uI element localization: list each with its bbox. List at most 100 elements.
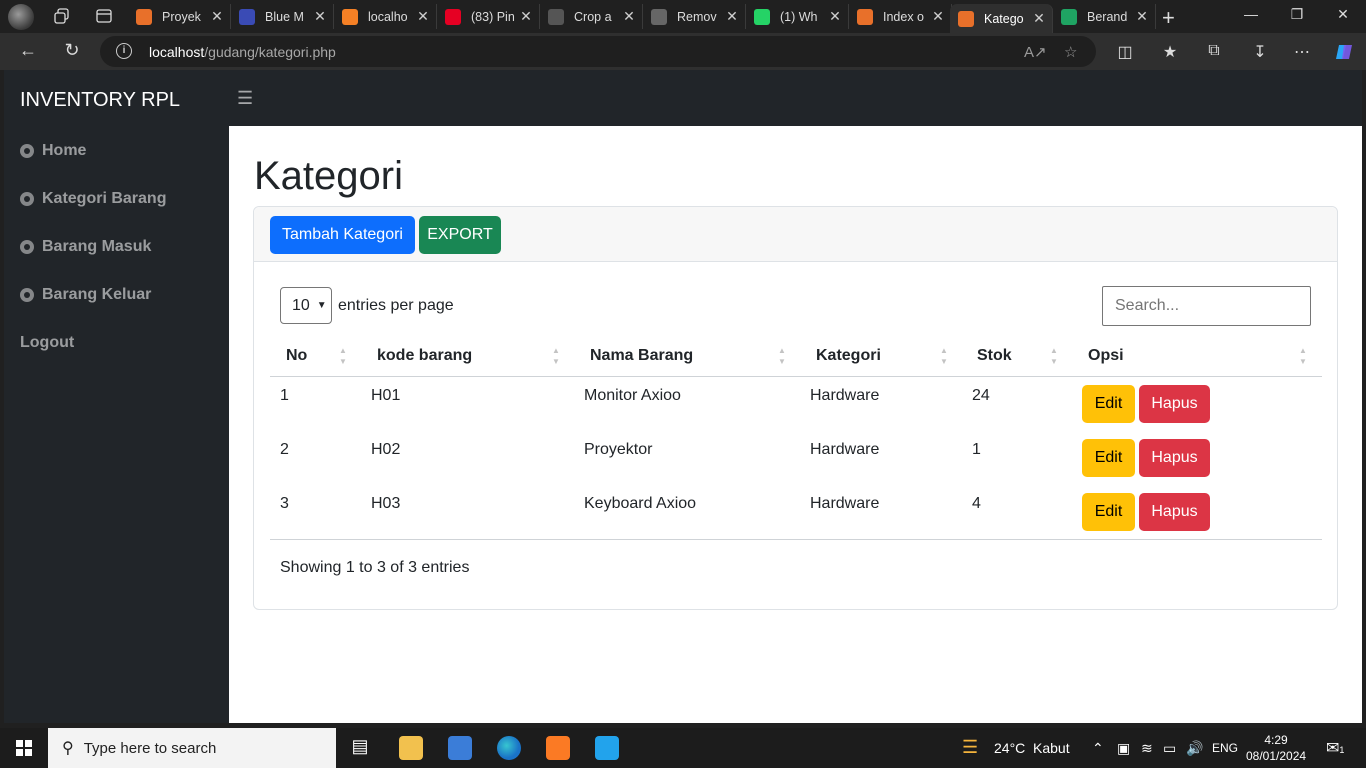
sidebar-toggle-hamburger-icon[interactable]: ☰ [237, 88, 253, 109]
tab-actions-icon[interactable] [96, 8, 112, 24]
chevron-down-icon: ▼ [316, 300, 327, 311]
tab-close-icon[interactable]: ✕ [826, 8, 844, 25]
table-divider [270, 539, 1322, 540]
column-header-no[interactable]: No [286, 347, 307, 365]
column-header-stok[interactable]: Stok [977, 347, 1012, 365]
browser-tab[interactable]: (1) Wh ✕ [746, 4, 849, 29]
address-bar[interactable]: i localhost/gudang/kategori.php A↗ ☆ [100, 36, 1096, 67]
new-tab-plus-icon[interactable]: + [1162, 5, 1175, 31]
sort-arrows-icon[interactable]: ▲ ▼ [940, 345, 948, 367]
weather-temp[interactable]: 24°C [994, 740, 1025, 756]
sort-arrows-icon[interactable]: ▲ ▼ [1299, 345, 1307, 367]
browser-tab[interactable]: Crop a ✕ [540, 4, 643, 29]
add-category-button[interactable]: Tambah Kategori [270, 216, 415, 254]
sort-arrows-icon[interactable]: ▲ ▼ [339, 345, 347, 367]
column-header-kategori[interactable]: Kategori [816, 347, 881, 365]
table-row: 2 H02 Proyektor Hardware 1 Edit Hapus [270, 431, 1322, 485]
browser-tab[interactable]: Proyek ✕ [128, 4, 231, 29]
task-view-icon[interactable]: ▤ [348, 736, 372, 760]
favorite-star-icon[interactable]: ☆ [1064, 43, 1077, 61]
chevron-up-icon[interactable]: ⌃ [1092, 740, 1104, 757]
wifi-icon[interactable]: ≋ [1141, 740, 1153, 757]
battery-icon[interactable]: ▭ [1163, 740, 1176, 757]
browser-tab[interactable]: Index o ✕ [849, 4, 952, 29]
browser-tab[interactable]: Katego ✕ [950, 4, 1053, 33]
export-button[interactable]: EXPORT [419, 216, 501, 254]
vscode-icon[interactable] [595, 736, 619, 760]
tab-favicon-icon [958, 10, 974, 27]
sidebar-item-label: Barang Masuk [42, 238, 152, 255]
column-header-kode-barang[interactable]: kode barang [377, 347, 472, 365]
delete-button[interactable]: Hapus [1139, 439, 1210, 477]
sidebar-item-home[interactable]: Home [20, 142, 86, 160]
edit-button[interactable]: Edit [1082, 385, 1135, 423]
close-window-icon[interactable]: ✕ [1320, 6, 1366, 23]
entries-select[interactable]: 10 ▼ [280, 287, 332, 324]
tab-close-icon[interactable]: ✕ [1030, 10, 1048, 27]
tab-close-icon[interactable]: ✕ [414, 8, 432, 25]
cell-nama: Monitor Axioo [584, 387, 681, 404]
brand-title[interactable]: INVENTORY RPL [20, 89, 180, 112]
tab-close-icon[interactable]: ✕ [208, 8, 226, 25]
column-header-opsi[interactable]: Opsi [1088, 347, 1124, 365]
site-info-icon[interactable]: i [116, 43, 132, 59]
workspaces-icon[interactable] [54, 8, 70, 24]
sort-arrows-icon[interactable]: ▲ ▼ [778, 345, 786, 367]
entries-select-value: 10 [292, 296, 310, 314]
language-indicator[interactable]: ENG [1212, 741, 1238, 755]
browser-tab[interactable]: Remov ✕ [643, 4, 746, 29]
notification-icon[interactable]: ✉1 [1326, 738, 1344, 758]
tab-close-icon[interactable]: ✕ [1133, 8, 1151, 25]
tab-favicon-icon [548, 8, 564, 25]
browser-tab[interactable]: Berand ✕ [1053, 4, 1156, 29]
cell-no: 2 [280, 441, 289, 458]
edit-button[interactable]: Edit [1082, 493, 1135, 531]
sidebar-item-barang-keluar[interactable]: Barang Keluar [20, 286, 151, 304]
tab-close-icon[interactable]: ✕ [929, 8, 947, 25]
windows-start-icon[interactable] [16, 740, 32, 756]
tab-close-icon[interactable]: ✕ [311, 8, 329, 25]
volume-icon[interactable]: 🔊 [1186, 740, 1203, 757]
clock[interactable]: 4:29 08/01/2024 [1246, 732, 1306, 764]
url-path: /gudang/kategori.php [204, 44, 336, 60]
weather-icon[interactable]: ☰ [962, 737, 978, 758]
edge-browser-icon[interactable] [497, 736, 521, 760]
sidebar-item-barang-masuk[interactable]: Barang Masuk [20, 238, 151, 256]
more-menu-icon[interactable]: ⋯ [1291, 42, 1313, 62]
meet-now-icon[interactable]: ▣ [1117, 740, 1130, 757]
column-header-nama-barang[interactable]: Nama Barang [590, 347, 693, 365]
collections-icon[interactable]: ⧉ [1203, 42, 1225, 60]
restore-icon[interactable]: ❐ [1274, 6, 1320, 23]
split-screen-icon[interactable]: ◫ [1114, 42, 1136, 62]
cell-kode: H03 [371, 495, 401, 512]
calculator-icon[interactable] [448, 736, 472, 760]
xampp-icon[interactable] [546, 736, 570, 760]
browser-tab[interactable]: Blue M ✕ [231, 4, 334, 29]
sidebar-item-logout[interactable]: Logout [20, 334, 74, 352]
delete-button[interactable]: Hapus [1139, 493, 1210, 531]
delete-button[interactable]: Hapus [1139, 385, 1210, 423]
file-explorer-icon[interactable] [399, 736, 423, 760]
sort-arrows-icon[interactable]: ▲ ▼ [1050, 345, 1058, 367]
url-text[interactable]: localhost/gudang/kategori.php [149, 44, 336, 60]
read-aloud-icon[interactable]: A↗ [1024, 43, 1047, 61]
sidebar-item-kategori-barang[interactable]: Kategori Barang [20, 190, 166, 208]
edit-button[interactable]: Edit [1082, 439, 1135, 477]
weather-text[interactable]: Kabut [1033, 740, 1070, 756]
downloads-icon[interactable]: ↧ [1249, 42, 1271, 62]
tab-label: Katego [984, 11, 1024, 26]
sort-arrows-icon[interactable]: ▲ ▼ [552, 345, 560, 367]
back-arrow-icon[interactable]: ← [16, 40, 40, 61]
profile-avatar[interactable] [8, 4, 34, 30]
search-input[interactable] [1102, 286, 1311, 326]
favorites-icon[interactable]: ★ [1159, 42, 1181, 62]
browser-tab[interactable]: (83) Pin ✕ [437, 4, 540, 29]
minimize-icon[interactable]: — [1228, 6, 1274, 22]
tab-close-icon[interactable]: ✕ [517, 8, 535, 25]
browser-tab[interactable]: localho ✕ [334, 4, 437, 29]
refresh-icon[interactable]: ↻ [60, 40, 84, 61]
tab-close-icon[interactable]: ✕ [620, 8, 638, 25]
taskbar-search[interactable]: ⚲ Type here to search [48, 728, 336, 768]
tab-close-icon[interactable]: ✕ [723, 8, 741, 25]
copilot-icon[interactable] [1333, 42, 1355, 67]
